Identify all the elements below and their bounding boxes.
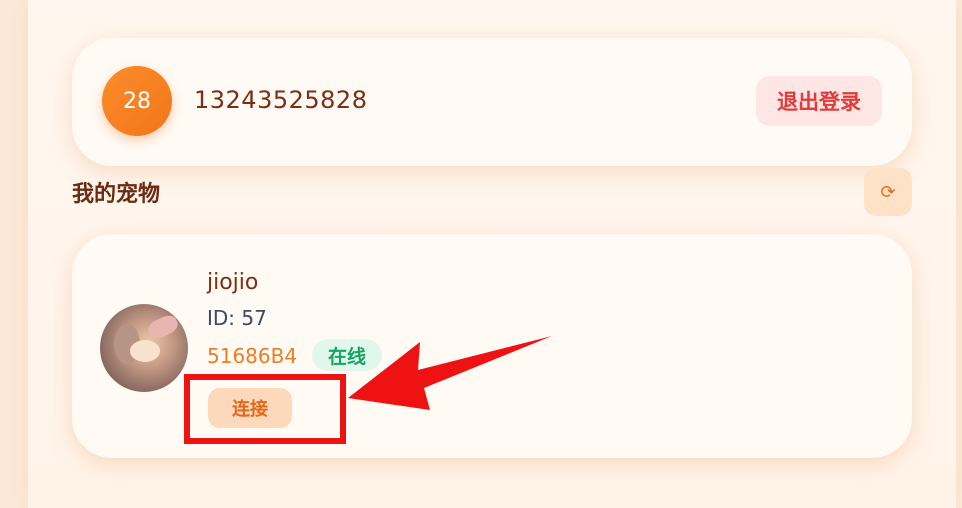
highlight-box — [184, 374, 346, 444]
refresh-icon[interactable]: ⟳ — [864, 168, 912, 216]
user-avatar: 28 — [102, 66, 172, 136]
pet-id: ID: 57 — [207, 306, 267, 330]
logout-button[interactable]: 退出登录 — [756, 76, 882, 126]
pet-avatar — [100, 304, 188, 392]
user-phone: 13243525828 — [194, 86, 368, 114]
pets-section-title: 我的宠物 — [72, 182, 161, 207]
pet-name: jiojio — [207, 270, 259, 295]
arrow-icon — [348, 336, 552, 410]
user-card: 28 13243525828 退出登录 — [72, 38, 912, 166]
pet-code: 51686B4 — [207, 344, 298, 368]
